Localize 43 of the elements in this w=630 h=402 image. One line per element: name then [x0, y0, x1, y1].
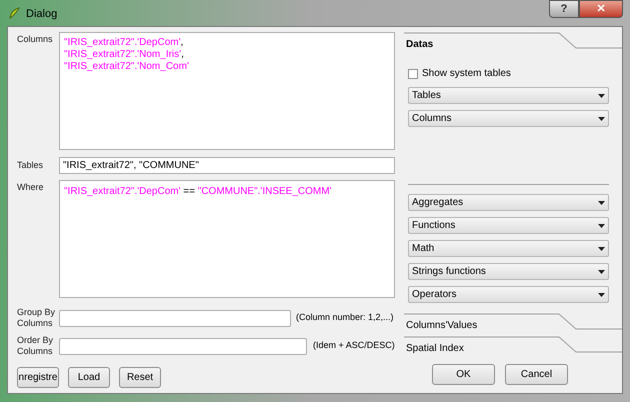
dropdown[interactable]: Math	[408, 240, 609, 257]
dropdown[interactable]: Strings functions	[408, 263, 609, 280]
push-button[interactable]: Reset	[119, 367, 161, 388]
toolbox-tab[interactable]: Columns'Values	[404, 313, 622, 333]
push-button[interactable]: Load	[68, 367, 110, 388]
dropdown-arrow-icon	[598, 292, 605, 296]
dropdown[interactable]: Columns	[408, 110, 609, 127]
dropdown-arrow-icon	[598, 270, 605, 274]
dropdown[interactable]: Aggregates	[408, 194, 609, 211]
push-button[interactable]: OK	[432, 364, 495, 385]
help-button[interactable]: ?	[549, 0, 579, 18]
where-text-area[interactable]: "IRIS_extrait72".'DepCom' == "COMMUNE".'INSEE_COMM'	[59, 180, 395, 298]
hint-text: (Idem + ASC/DESC)	[313, 339, 395, 352]
window-title: Dialog	[26, 7, 58, 22]
columns-text-area[interactable]: "IRIS_extrait72".'DepCom', "IRIS_extrait72".'Nom_Iris', "IRIS_extrait72".'Nom_Com'	[59, 32, 395, 150]
push-button[interactable]: nregistre	[17, 367, 59, 388]
checkbox-label: Show system tables	[422, 67, 511, 81]
dropdown[interactable]: Tables	[408, 87, 609, 104]
toolbox-tab[interactable]: Datas	[404, 32, 622, 52]
dropdown-arrow-icon	[598, 200, 605, 204]
code-line: "IRIS_extrait72".'DepCom' == "COMMUNE".'INSEE_COMM'	[64, 186, 332, 198]
code-line: "IRIS_extrait72".'DepCom',	[64, 37, 184, 49]
dropdown-arrow-icon	[598, 94, 605, 98]
push-button[interactable]: Cancel	[505, 364, 568, 385]
field-label: Order By Columns	[17, 335, 54, 357]
dropdown[interactable]: Operators	[408, 286, 609, 303]
field-label: Columns	[17, 33, 54, 46]
code-line: "IRIS_extrait72".'Nom_Iris',	[64, 49, 185, 61]
leaf-icon	[8, 7, 20, 19]
hint-text: (Column number: 1,2,...)	[296, 311, 394, 324]
tables-field[interactable]: "IRIS_extrait72", "COMMUNE"	[59, 157, 395, 174]
dropdown-arrow-icon	[598, 224, 605, 228]
field-label: Tables	[17, 160, 44, 171]
field-label: Group By Columns	[17, 307, 56, 329]
dropdown-arrow-icon	[598, 246, 605, 250]
checkbox[interactable]	[408, 68, 418, 78]
dropdown[interactable]: Functions	[408, 217, 609, 234]
field-label: Where	[17, 181, 45, 194]
code-line: "IRIS_extrait72".'Nom_Com'	[64, 61, 190, 73]
order-by-field[interactable]	[59, 338, 307, 354]
dropdown-arrow-icon	[598, 116, 605, 120]
toolbox-tab[interactable]: Spatial Index	[404, 336, 622, 356]
group-by-field[interactable]	[59, 310, 291, 326]
